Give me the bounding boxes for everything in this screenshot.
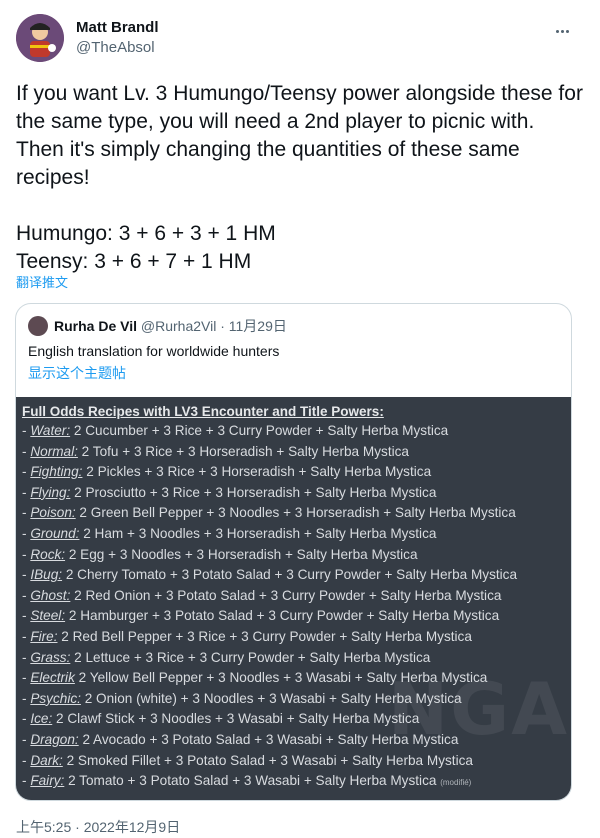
recipe-ingredients: 2 Prosciutto + 3 Rice + 3 Horseradish + … [70, 484, 437, 500]
recipe-type: Water: [30, 423, 71, 438]
tweet-timestamp[interactable]: 上午5:25 · 2022年12月9日 [16, 817, 180, 837]
recipe-row: - Grass: 2 Lettuce + 3 Rice + 3 Curry Po… [22, 648, 517, 669]
quoted-author-avatar [28, 316, 48, 336]
recipe-image[interactable]: Full Odds Recipes with LV3 Encounter and… [16, 397, 571, 800]
recipe-ingredients: 2 Ham + 3 Noodles + 3 Horseradish + Salt… [79, 525, 437, 541]
recipe-type: IBug: [30, 567, 63, 583]
author-handle[interactable]: @TheAbsol [76, 38, 159, 58]
recipe-type: Psychic: [30, 690, 81, 706]
recipe-type: Steel: [30, 608, 66, 624]
recipe-ingredients: 2 Green Bell Pepper + 3 Noodles + 3 Hors… [75, 505, 516, 521]
recipe-ingredients: 2 Cherry Tomato + 3 Potato Salad + 3 Cur… [62, 567, 518, 583]
recipe-row: - Normal: 2 Tofu + 3 Rice + 3 Horseradis… [22, 442, 517, 463]
tweet-text: If you want Lv. 3 Humungo/Teensy power a… [16, 82, 583, 273]
recipe-type: Normal: [30, 443, 78, 459]
recipe-ingredients: 2 Tomato + 3 Potato Salad + 3 Wasabi + S… [64, 773, 437, 789]
recipe-type: Rock: [30, 546, 66, 562]
recipe-row: - Dark: 2 Smoked Fillet + 3 Potato Salad… [22, 751, 517, 772]
recipe-type: Fire: [30, 628, 58, 644]
recipe-type: Electrik [30, 670, 75, 686]
recipe-ingredients: 2 Red Onion + 3 Potato Salad + 3 Curry P… [70, 587, 502, 603]
more-options-icon[interactable] [556, 20, 580, 40]
recipe-row: - Fighting: 2 Pickles + 3 Rice + 3 Horse… [22, 462, 517, 483]
recipe-ingredients: 2 Lettuce + 3 Rice + 3 Curry Powder + Sa… [70, 649, 431, 665]
recipe-type: Fighting: [30, 464, 83, 480]
quoted-author-name: Rurha De Vil [54, 318, 137, 334]
recipe-row: - Fire: 2 Red Bell Pepper + 3 Rice + 3 C… [22, 627, 517, 648]
quoted-author-meta: @Rurha2Vil · 11月29日 [140, 318, 287, 334]
show-thread-link[interactable]: 显示这个主题帖 [28, 364, 126, 382]
recipe-image-title: Full Odds Recipes with LV3 Encounter and… [22, 404, 384, 419]
translate-tweet-link[interactable]: 翻译推文 [16, 272, 68, 291]
quoted-tweet-text: English translation for worldwide hunter… [28, 343, 280, 359]
recipe-ingredients: 2 Tofu + 3 Rice + 3 Horseradish + Salty … [77, 443, 409, 459]
recipe-ingredients: 2 Clawf Stick + 3 Noodles + 3 Wasabi + S… [52, 711, 420, 727]
avatar-illustration [16, 14, 64, 62]
recipe-type: Fairy: [30, 773, 65, 789]
recipe-type: Ice: [30, 711, 53, 727]
recipe-type: Dragon: [30, 731, 79, 747]
author-display-name[interactable]: Matt Brandl [76, 18, 159, 38]
recipe-ingredients: 2 Egg + 3 Noodles + 3 Horseradish + Salt… [65, 546, 418, 562]
recipe-type: Grass: [30, 649, 71, 665]
author-avatar[interactable] [16, 14, 64, 62]
recipe-row: - IBug: 2 Cherry Tomato + 3 Potato Salad… [22, 565, 517, 586]
recipe-row: - Rock: 2 Egg + 3 Noodles + 3 Horseradis… [22, 545, 517, 566]
recipe-row: - Water: 2 Cucumber + 3 Rice + 3 Curry P… [22, 421, 517, 442]
tweet-header: Matt Brandl @TheAbsol [16, 14, 584, 66]
quoted-tweet[interactable]: Rurha De Vil @Rurha2Vil · 11月29日 English… [15, 303, 572, 801]
recipe-ingredients: 2 Smoked Fillet + 3 Potato Salad + 3 Was… [62, 752, 473, 768]
recipe-row: - Fairy: 2 Tomato + 3 Potato Salad + 3 W… [22, 771, 517, 792]
watermark: NGA [387, 667, 569, 751]
recipe-type: Ground: [30, 525, 80, 541]
recipe-row: - Ghost: 2 Red Onion + 3 Potato Salad + … [22, 586, 517, 607]
recipe-ingredients: 2 Red Bell Pepper + 3 Rice + 3 Curry Pow… [57, 628, 472, 644]
recipe-row: - Flying: 2 Prosciutto + 3 Rice + 3 Hors… [22, 483, 517, 504]
recipe-type: Poison: [30, 505, 76, 521]
recipe-row: - Steel: 2 Hamburger + 3 Potato Salad + … [22, 606, 517, 627]
recipe-ingredients: 2 Cucumber + 3 Rice + 3 Curry Powder + S… [70, 423, 449, 438]
recipe-row: - Poison: 2 Green Bell Pepper + 3 Noodle… [22, 503, 517, 524]
recipe-row: - Ground: 2 Ham + 3 Noodles + 3 Horserad… [22, 524, 517, 545]
recipe-type: Flying: [30, 484, 71, 500]
recipe-type: Dark: [30, 752, 63, 768]
recipe-note: (modifié) [440, 778, 472, 788]
recipe-type: Ghost: [30, 587, 71, 603]
recipe-ingredients: 2 Hamburger + 3 Potato Salad + 3 Curry P… [65, 608, 500, 624]
recipe-ingredients: 2 Pickles + 3 Rice + 3 Horseradish + Sal… [82, 464, 432, 480]
